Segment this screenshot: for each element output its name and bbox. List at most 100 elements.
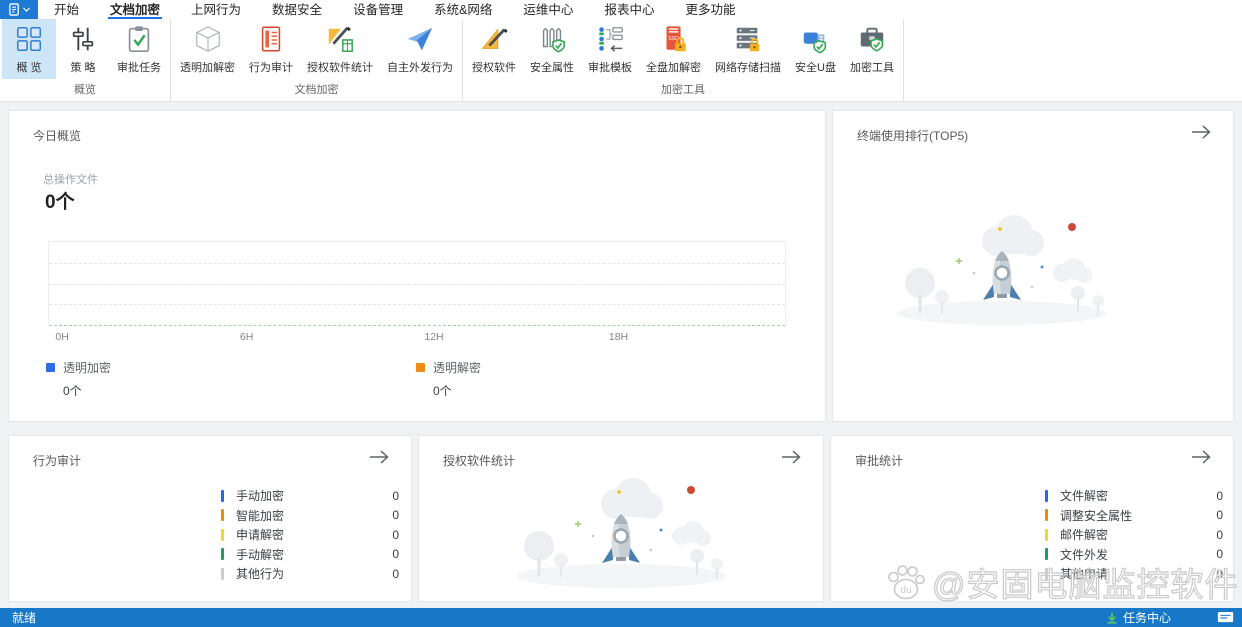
item-value: 0 [392,508,399,523]
item-value: 0 [392,488,399,503]
legend-swatch [46,363,55,372]
ribbon-item-label: 加密工具 [849,62,894,74]
legend-label: 透明加密 [63,361,112,375]
ribbon-item-outgoing-behavior[interactable]: 自主外发行为 [380,19,460,79]
legend-value: 0个 [433,384,452,398]
task-center-label: 任务中心 [1122,611,1171,625]
server-lock-icon [736,27,760,52]
usb-shield-icon [804,32,827,54]
ribbon-group-doc-encryption: 透明加解密 行为审计 授权软件统计 自主外发行为 文档加密 [171,19,463,101]
ribbon-group-label: 概览 [74,84,96,96]
ribbon-item-licensed-software-stats[interactable]: 授权软件统计 [300,19,380,79]
approval-stats-list: 文件解密 0 调整安全属性 0 邮件解密 0 文件外发 0 其他申请 0 [1045,486,1223,584]
ribbon-group-overview: 概 览 策 略 审批任务 概览 [0,19,171,101]
panel-today-overview: 今日概览 总操作文件 0个 0H 6H 12H 18H 透明加密 0个 透明解密… [8,110,826,422]
list-item: 调整安全属性 0 [1045,506,1223,526]
color-marker [1045,567,1048,580]
item-value: 0 [1216,508,1223,523]
item-label: 文件外发 [1060,547,1109,562]
panel-terminal-ranking: 终端使用排行(TOP5) [832,110,1234,422]
empty-state-rocket-illustration [882,201,1122,331]
tab-system-network[interactable]: 系统&网络 [432,0,494,19]
ribbon-item-licensed-software[interactable]: 授权软件 [465,19,523,79]
ribbon-item-overview[interactable]: 概 览 [2,19,56,79]
color-marker [221,548,224,561]
arrow-right-icon[interactable] [1189,447,1213,472]
grid-icon [17,27,41,51]
x-tick: 12H [424,331,444,343]
message-icon[interactable] [1217,611,1234,624]
color-marker [221,509,224,522]
ribbon-item-label: 行为审计 [249,62,293,74]
chart-x-labels: 0H 6H 12H 18H [48,331,786,345]
paper-plane-icon [407,27,433,51]
tab-internet-behavior[interactable]: 上网行为 [189,0,243,19]
list-item: 手动解密 0 [221,545,399,565]
status-ready-text: 就绪 [12,611,37,625]
ssd-lock-icon: SSD [666,26,686,52]
ribbon-item-policy[interactable]: 策 略 [56,19,110,79]
list-item: 邮件解密 0 [1045,525,1223,545]
ribbon-item-full-disk-encrypt[interactable]: SSD 全盘加解密 [639,19,708,79]
panel-behavior-audit: 行为审计 手动加密 0 智能加密 0 申请解密 0 手动解密 0 其他行为 0 [8,435,412,602]
sliders-icon [72,27,94,51]
ribbon-item-behavior-audit[interactable]: 行为审计 [242,19,300,79]
metric-label: 总操作文件 [43,174,98,186]
ribbon-item-encryption-tools[interactable]: 加密工具 [843,19,901,79]
color-marker [1045,528,1048,541]
tab-device-management[interactable]: 设备管理 [351,0,405,19]
fence-shield-icon [542,27,565,53]
ribbon-item-label: 概 览 [16,62,42,74]
tab-report-center[interactable]: 报表中心 [602,0,656,19]
ribbon-group-label: 文档加密 [294,84,339,96]
item-value: 0 [1216,527,1223,542]
x-tick: 18H [608,331,629,343]
color-marker [1045,489,1048,502]
arrow-right-icon[interactable] [779,447,803,472]
ribbon-item-label: 审批任务 [117,62,161,74]
panel-title: 行为审计 [33,454,82,468]
ribbon-item-network-storage-scan[interactable]: 网络存储扫描 [708,19,788,79]
cube-icon [194,26,221,53]
item-value: 0 [392,566,399,581]
item-value: 0 [1216,547,1223,562]
item-label: 申请解密 [236,528,285,543]
org-chart-icon [599,27,623,52]
app-window: 开始 文档加密 上网行为 数据安全 设备管理 系统&网络 运维中心 报表中心 更… [0,0,1242,627]
legend-label: 透明解密 [433,361,482,375]
audit-list-icon [261,26,281,52]
list-item: 申请解密 0 [221,525,399,545]
tab-more-functions[interactable]: 更多功能 [683,0,737,19]
ribbon-toolbar: 概 览 策 略 审批任务 概览 透明加解密 行为审计 授权软件统计 自主外发行为… [0,19,1242,102]
ribbon-item-security-attributes[interactable]: 安全属性 [523,19,581,79]
ribbon-item-approval-templates[interactable]: 审批模板 [581,19,639,79]
x-tick: 6H [239,331,254,343]
tab-doc-encryption[interactable]: 文档加密 [108,0,163,19]
item-value: 0 [1216,488,1223,503]
menu-tabs: 开始 文档加密 上网行为 数据安全 设备管理 系统&网络 运维中心 报表中心 更… [52,0,737,19]
item-value: 0 [392,527,399,542]
ribbon-item-approval-tasks[interactable]: 审批任务 [110,19,168,79]
ribbon-item-secure-usb[interactable]: 安全U盘 [788,19,843,79]
empty-state-rocket-illustration [501,464,741,594]
ribbon-item-transparent-encrypt-decrypt[interactable]: 透明加解密 [173,19,242,79]
tab-data-security[interactable]: 数据安全 [270,0,324,19]
ribbon-item-label: 透明加解密 [180,62,235,74]
item-value: 0 [1216,566,1223,581]
list-item: 智能加密 0 [221,506,399,526]
behavior-audit-list: 手动加密 0 智能加密 0 申请解密 0 手动解密 0 其他行为 0 [221,486,399,584]
app-menu-button[interactable] [0,0,38,19]
menubar: 开始 文档加密 上网行为 数据安全 设备管理 系统&网络 运维中心 报表中心 更… [0,0,1242,19]
task-center-button[interactable]: 任务中心 [1105,609,1171,626]
tab-start[interactable]: 开始 [52,0,81,19]
item-value: 0 [392,547,399,562]
arrow-right-icon[interactable] [1189,122,1213,147]
tab-ops-center[interactable]: 运维中心 [521,0,575,19]
ribbon-group-encryption-tools: 授权软件 安全属性 审批模板 SSD 全盘加解密 网络存储扫描 安全U盘 加密工… [463,19,904,101]
item-label: 调整安全属性 [1060,508,1133,523]
ribbon-item-label: 安全属性 [530,62,574,74]
arrow-right-icon[interactable] [367,447,391,472]
panel-approval-stats: 审批统计 文件解密 0 调整安全属性 0 邮件解密 0 文件外发 0 其他申请 … [830,435,1234,602]
panel-title: 终端使用排行(TOP5) [857,129,969,143]
item-label: 智能加密 [236,508,285,523]
